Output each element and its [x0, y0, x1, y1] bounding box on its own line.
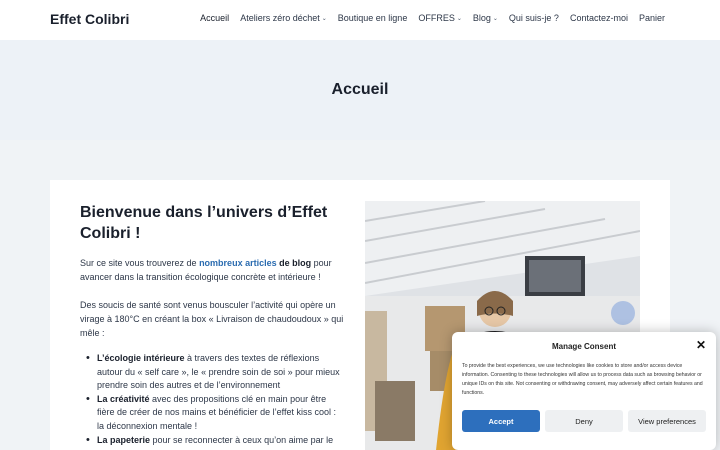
- intro-paragraph: Sur ce site vous trouverez de nombreux a…: [80, 258, 332, 282]
- nav-item-blog[interactable]: Blog ⌄: [473, 13, 498, 23]
- deny-button[interactable]: Deny: [545, 410, 623, 432]
- page-hero: Accueil: [0, 40, 720, 140]
- box-paragraph: Des soucis de santé sont venus bousculer…: [80, 300, 344, 338]
- chevron-down-icon: ⌄: [456, 15, 462, 22]
- nav-item-panier[interactable]: Panier: [639, 13, 665, 23]
- nav-item-ateliers[interactable]: Ateliers zéro déchet ⌄: [240, 13, 327, 23]
- feature-list: L’écologie intérieure à travers des text…: [80, 352, 345, 447]
- list-item: La papeterie pour se reconnecter à ceux …: [86, 434, 345, 448]
- page-title: Accueil: [331, 81, 389, 98]
- nav-item-qui-suis-je[interactable]: Qui suis-je ?: [509, 13, 559, 23]
- main-nav: Accueil Ateliers zéro déchet ⌄ Boutique e…: [189, 13, 665, 23]
- consent-text: To provide the best experiences, we use …: [462, 363, 703, 396]
- site-header: Effet Colibri Accueil Ateliers zéro déch…: [0, 0, 720, 40]
- nav-item-boutique[interactable]: Boutique en ligne: [338, 13, 408, 23]
- site-logo[interactable]: Effet Colibri: [50, 11, 129, 27]
- nav-item-offres[interactable]: OFFRES ⌄: [418, 13, 462, 23]
- main-content: Bienvenue dans l’univers d’Effet Colibri…: [80, 202, 345, 447]
- cookie-consent-dialog: Manage Consent ✕ To provide the best exp…: [452, 332, 716, 450]
- articles-link[interactable]: nombreux articles: [199, 258, 277, 268]
- consent-title: Manage Consent: [551, 342, 616, 351]
- welcome-heading: Bienvenue dans l’univers d’Effet Colibri…: [80, 204, 328, 242]
- chevron-down-icon: ⌄: [321, 15, 327, 22]
- close-icon[interactable]: ✕: [696, 338, 706, 352]
- nav-item-contact[interactable]: Contactez-moi: [570, 13, 628, 23]
- list-item: L’écologie intérieure à travers des text…: [86, 352, 345, 393]
- accept-button[interactable]: Accept: [462, 410, 540, 432]
- nav-item-accueil[interactable]: Accueil: [200, 13, 229, 23]
- chevron-down-icon: ⌄: [492, 15, 498, 22]
- view-preferences-button[interactable]: View preferences: [628, 410, 706, 432]
- list-item: La créativité avec des propositions clé …: [86, 393, 345, 434]
